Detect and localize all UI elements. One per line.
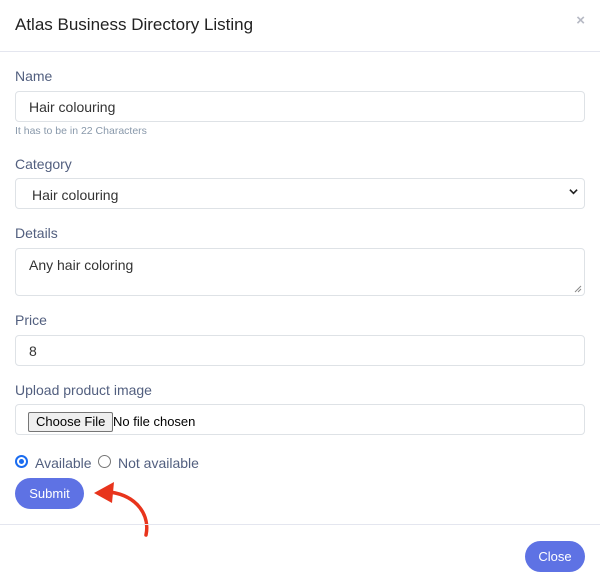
name-label: Name: [15, 68, 53, 84]
available-radio[interactable]: [15, 455, 28, 468]
choose-file-button[interactable]: Choose File: [28, 412, 114, 432]
modal-title: Atlas Business Directory Listing: [15, 15, 254, 34]
modal-footer: Close: [0, 524, 600, 585]
details-textarea[interactable]: Any hair coloring: [15, 248, 585, 296]
category-select-value: Hair colouring: [32, 187, 119, 203]
chevron-down-icon: [569, 189, 578, 195]
name-input-value: Hair colouring: [29, 99, 116, 115]
close-button[interactable]: Close: [525, 541, 585, 572]
not-available-radio-label[interactable]: Not available: [118, 455, 199, 471]
upload-label: Upload product image: [15, 382, 152, 398]
details-textarea-value: Any hair coloring: [29, 257, 134, 273]
name-help-text: It has to be in 22 Characters: [15, 125, 147, 137]
modal-header: Atlas Business Directory Listing ×: [0, 0, 600, 52]
price-label: Price: [15, 312, 47, 328]
details-label: Details: [15, 225, 58, 241]
not-available-radio[interactable]: [98, 455, 111, 468]
available-radio-label[interactable]: Available: [35, 455, 92, 471]
modal-dialog: Atlas Business Directory Listing × Name …: [0, 0, 600, 585]
price-input[interactable]: 8: [15, 335, 585, 366]
name-input[interactable]: Hair colouring: [15, 91, 585, 122]
file-status-text: No file chosen: [113, 414, 196, 429]
close-icon[interactable]: ×: [576, 13, 585, 28]
category-select[interactable]: Hair colouring: [15, 178, 585, 209]
file-input[interactable]: Choose File No file chosen: [15, 404, 585, 435]
price-input-value: 8: [29, 343, 37, 359]
category-label: Category: [15, 156, 72, 172]
submit-button[interactable]: Submit: [15, 478, 84, 509]
resize-handle-icon[interactable]: [574, 285, 582, 293]
